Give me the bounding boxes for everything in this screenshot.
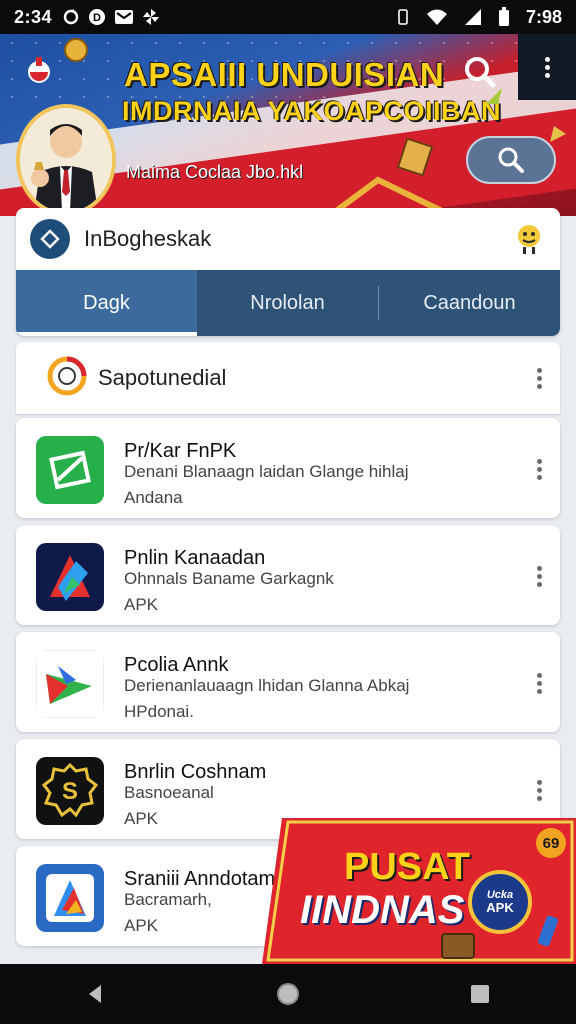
search-icon-2 [498, 147, 524, 173]
list-item[interactable]: Pnlin Kanaadan Ohnnals Baname Garkagnk A… [16, 525, 560, 625]
apk-badge-label: APK [486, 900, 514, 915]
hero-title-line1: APSAIII UNDUISIAN [124, 56, 445, 93]
hero-title-line2: IMDRNAIA YAKOAPCOIIBAN [122, 96, 502, 126]
system-nav-bar [0, 964, 576, 1024]
app-name: Sraniii Anndotam [124, 868, 276, 890]
magnet-logo-icon[interactable] [22, 54, 56, 88]
gift-box-icon [396, 137, 434, 177]
svg-text:S: S [62, 778, 78, 805]
promo-banner[interactable]: PUSAT IINDNAS Ucka APK 69 [262, 818, 576, 968]
app-name: Pr/Kar FnPK [124, 440, 237, 462]
more-vert-icon [544, 54, 550, 81]
tab-nrololan[interactable]: Nrololan [197, 270, 378, 336]
circle-badge-icon: D [88, 8, 106, 26]
app-meta: Andana [124, 488, 183, 507]
avatar [16, 104, 116, 216]
app-icon-blue-a [36, 864, 104, 932]
promo-line1: PUSAT [344, 846, 470, 888]
pinwheel-icon [142, 8, 160, 26]
section-more-icon[interactable] [537, 365, 542, 392]
battery-icon [498, 7, 510, 27]
item-more-icon[interactable] [537, 456, 542, 483]
overflow-menu-button[interactable] [518, 34, 576, 100]
home-icon [277, 983, 299, 1005]
loader-ring-icon [46, 355, 88, 402]
hero-search-button[interactable] [466, 136, 556, 184]
list-item[interactable]: Pr/Kar FnPK Denani Blanaagn laidan Glang… [16, 418, 560, 518]
marker-deco-icon [538, 915, 558, 947]
status-bar: 2:34 D 7:98 [0, 0, 576, 34]
hero-subtitle: Maima Coclaa Jbo.hkl [126, 162, 304, 182]
app-meta: HPdonai. [124, 702, 194, 721]
item-more-icon[interactable] [537, 563, 542, 590]
sync-icon [62, 8, 80, 26]
vibrate-icon [396, 9, 410, 25]
item-more-icon[interactable] [537, 777, 542, 804]
item-more-icon[interactable] [537, 670, 542, 697]
apk-badge: Ucka APK [468, 870, 532, 934]
app-icon-gold-badge: S [36, 757, 104, 825]
mail-icon [114, 9, 134, 25]
promo-corner-badge: 69 [536, 828, 566, 858]
diamond-nav-icon[interactable] [30, 219, 70, 259]
signal-icon [464, 8, 482, 26]
tab-dagk[interactable]: Dagk [16, 270, 197, 336]
section-title: Sapotunedial [98, 365, 227, 390]
app-description: Derienanlauaagn lhidan Glanna Abkaj [124, 676, 410, 695]
wifi-icon [426, 8, 448, 26]
app-description: Bacramarh, [124, 890, 212, 909]
coin-icon [64, 38, 88, 62]
app-icon-triangle-a [36, 543, 104, 611]
list-item[interactable]: Pcolia Annk Derienanlauaagn lhidan Glann… [16, 632, 560, 732]
home-button[interactable] [258, 964, 318, 1024]
app-name: Pnlin Kanaadan [124, 547, 266, 569]
svg-text:D: D [93, 12, 101, 24]
app-name: Pcolia Annk [124, 654, 229, 676]
app-meta: APK [124, 809, 159, 828]
triangle-deco-icon [486, 88, 502, 104]
status-time-right: 7:98 [525, 6, 562, 27]
chest-deco-icon [441, 933, 475, 959]
promo-line2: IINDNAS [300, 888, 465, 932]
app-meta: APK [124, 595, 159, 614]
app-description: Basnoeanal [124, 783, 214, 802]
app-icon-green-shield [36, 436, 104, 504]
app-icon-play-arrow [36, 650, 104, 718]
tab-bar: Dagk Nrololan Caandoun [16, 270, 560, 336]
status-time: 2:34 [14, 6, 53, 27]
app-description: Denani Blanaagn laidan Glange hihlaj [124, 462, 409, 481]
app-name: Bnrlin Coshnam [124, 761, 267, 783]
tab-caandoun[interactable]: Caandoun [379, 270, 560, 336]
app-meta: APK [124, 916, 159, 935]
mascot-icon[interactable] [512, 222, 546, 256]
recents-icon [471, 985, 489, 1003]
search-input[interactable]: InBogheskak [84, 226, 211, 252]
app-description: Ohnnals Baname Garkagnk [124, 569, 334, 588]
triangle-deco-icon-2 [550, 126, 566, 142]
recents-button[interactable] [450, 964, 510, 1024]
search-bar[interactable]: InBogheskak [16, 208, 560, 270]
hero-banner: APSAIII UNDUISIAN IMDRNAIA YAKOAPCOIIBAN… [0, 34, 576, 216]
section-header: Sapotunedial [16, 342, 560, 414]
back-button[interactable] [66, 964, 126, 1024]
search-card: InBogheskak Dagk Nrololan Caandoun [16, 208, 560, 336]
back-icon [89, 985, 101, 1003]
